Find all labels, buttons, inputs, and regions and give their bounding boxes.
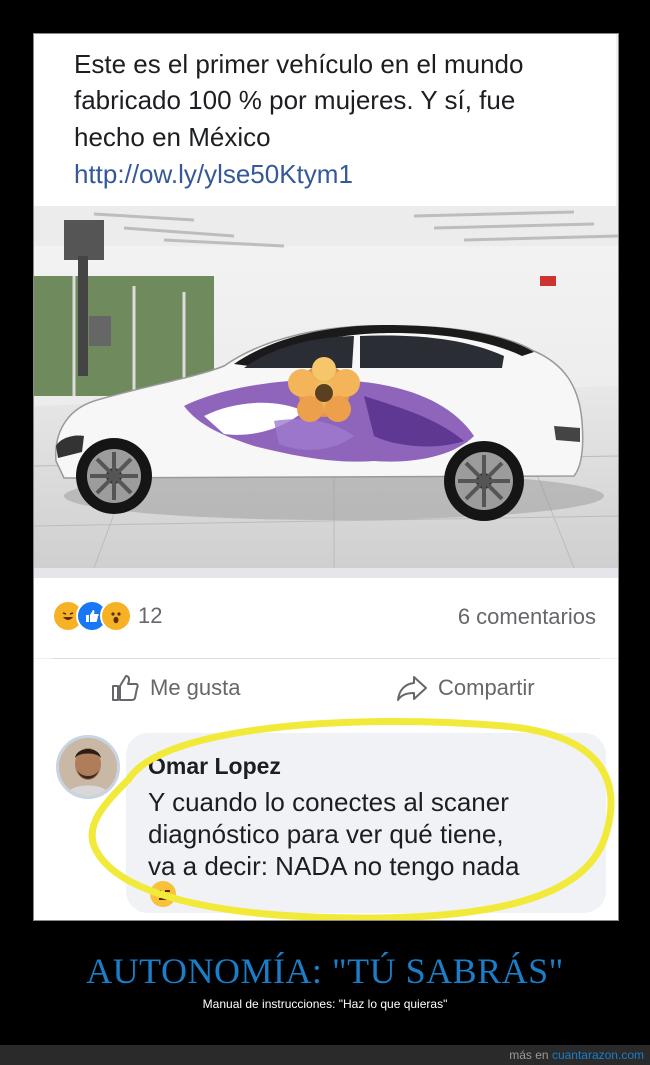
share-icon — [397, 676, 427, 701]
avatar[interactable] — [56, 735, 120, 799]
post-link[interactable]: http://ow.ly/ylse50Ktym1 — [74, 157, 353, 191]
like-label: Me gusta — [150, 675, 241, 700]
share-label: Compartir — [438, 675, 535, 700]
comments-count[interactable]: 6 comentarios — [458, 604, 596, 630]
share-button[interactable]: Compartir — [396, 673, 535, 703]
post-line-2: fabricado 100 % por mujeres. Y sí, fue — [74, 85, 516, 115]
wow-icon — [100, 600, 132, 632]
comment-line-3: va a decir: NADA no tengo nada — [148, 851, 520, 881]
comment-line-2: diagnóstico para ver qué tiene, — [148, 819, 504, 849]
screenshot-frame: Este es el primer vehículo en el mundo f… — [33, 33, 619, 921]
post-line-3: hecho en México — [74, 122, 271, 152]
reactions-row: 12 6 comentarios — [34, 578, 618, 658]
action-bar: Me gusta Compartir — [34, 659, 618, 721]
comment: Omar Lopez Y cuando lo conectes al scane… — [34, 721, 618, 920]
footer-site-link[interactable]: cuantarazon.com — [552, 1048, 644, 1062]
unamused-emoji-icon — [150, 881, 176, 907]
car-image — [34, 206, 618, 568]
reaction-count: 12 — [138, 603, 163, 628]
photo-bottom-strip — [34, 568, 618, 578]
car-photo[interactable] — [34, 206, 618, 568]
comment-author[interactable]: Omar Lopez — [148, 753, 281, 780]
like-button[interactable]: Me gusta — [110, 673, 241, 703]
comment-line-1: Y cuando lo conectes al scaner — [148, 787, 509, 817]
thumbs-up-icon — [112, 675, 139, 701]
caption-title: AUTONOMÍA: "TÚ SABRÁS" — [86, 951, 564, 991]
post-line-1: Este es el primer vehículo en el mundo — [74, 49, 524, 79]
post-text: Este es el primer vehículo en el mundo f… — [34, 34, 616, 206]
reactions-summary[interactable]: 12 — [52, 600, 162, 632]
footer: más en cuantarazon.com — [0, 1045, 650, 1065]
footer-prefix: más en — [509, 1048, 549, 1062]
footer-more: más en cuantarazon.com — [509, 1048, 644, 1062]
caption-subtitle: Manual de instrucciones: "Haz lo que qui… — [202, 997, 448, 1011]
comment-bubble: Omar Lopez Y cuando lo conectes al scane… — [126, 733, 606, 913]
